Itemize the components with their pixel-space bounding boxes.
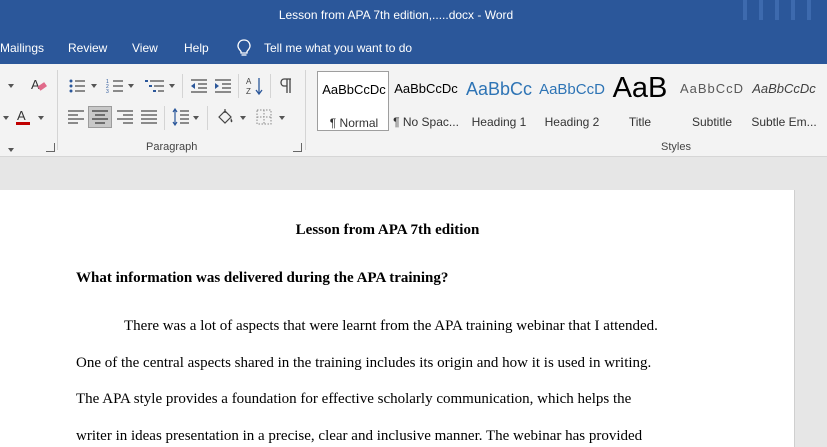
font-dialog-launcher-icon[interactable] [46,143,55,152]
numbering-icon[interactable]: 1 2 3 [106,78,124,94]
style-sample: AaBbCcD [679,81,745,96]
window-title: Lesson from APA 7th edition,.....docx - … [278,8,514,22]
style-sample: AaBbCc [465,79,533,99]
borders-icon[interactable] [256,109,272,125]
line-spacing-icon[interactable] [172,108,190,126]
style-normal[interactable]: AaBbCcDc ¶ Normal [317,71,389,131]
body-line: The APA style provides a foundation for … [76,391,632,407]
style-name: ¶ No Spac... [393,115,459,129]
align-right-icon[interactable] [117,110,133,124]
tab-review[interactable]: Review [68,41,107,55]
sort-icon[interactable]: A Z [246,76,264,96]
align-center-button[interactable] [88,106,112,128]
chevron-down-icon[interactable] [91,84,97,88]
bullets-icon[interactable] [68,78,86,94]
svg-text:3: 3 [106,89,109,94]
lightbulb-icon [237,39,251,56]
style-subtitle[interactable]: AaBbCcD Subtitle [676,71,748,131]
document-title: Lesson from APA 7th edition [295,222,480,238]
tell-me-search[interactable]: Tell me what you want to do [264,41,412,55]
document-page[interactable]: Lesson from APA 7th edition What informa… [0,190,795,447]
ribbon-separator [164,106,165,130]
style-sample: AaB [612,72,668,104]
chevron-down-icon[interactable] [279,116,285,120]
vertical-scroll-area[interactable] [796,190,827,447]
svg-text:Z: Z [246,87,251,96]
paragraph-dialog-launcher-icon[interactable] [293,143,302,152]
shading-icon[interactable] [216,108,236,126]
styles-gallery: AaBbCcDc ¶ Normal AaBbCcDc ¶ No Spac... … [315,70,827,134]
style-sample: AaBbCcDc [394,81,458,96]
document-question-heading: What information was delivered during th… [76,270,449,286]
body-line: One of the central aspects shared in the… [76,355,652,371]
style-heading-1[interactable]: AaBbCc Heading 1 [463,71,535,131]
document-canvas: Lesson from APA 7th edition What informa… [0,158,827,447]
ribbon: A A 1 2 3 A Z Paragraph AaBbCcDc ¶ Norma… [0,64,827,157]
style-name: ¶ Normal [329,116,379,130]
chevron-down-icon[interactable] [3,116,9,120]
chevron-down-icon[interactable] [169,84,175,88]
style-sample: AaBbCcD [539,81,605,98]
style-sample: AaBbCcDc [752,81,816,96]
ribbon-separator [182,74,183,98]
chevron-down-icon[interactable] [240,116,246,120]
justify-icon[interactable] [141,110,157,124]
tab-mailings[interactable]: Mailings [0,41,44,55]
align-center-icon [92,110,108,124]
style-sample: AaBbCcDc [322,82,386,97]
chevron-down-icon[interactable] [193,116,199,120]
multilevel-list-icon[interactable] [145,78,165,94]
svg-text:A: A [31,77,40,92]
ribbon-separator [207,106,208,130]
ribbon-separator [238,74,239,98]
style-title[interactable]: AaB Title [604,71,676,131]
style-no-spacing[interactable]: AaBbCcDc ¶ No Spac... [390,71,462,131]
tab-view[interactable]: View [132,41,158,55]
chevron-down-icon[interactable] [38,116,44,120]
chevron-down-icon[interactable] [8,148,14,152]
style-name: Heading 1 [471,115,527,129]
svg-text:A: A [246,77,252,86]
ribbon-tabs: Mailings Review View Help Tell me what y… [0,32,827,64]
font-color-icon[interactable]: A [14,108,32,126]
chevron-down-icon[interactable] [8,84,14,88]
chevron-down-icon[interactable] [128,84,134,88]
style-name: Subtle Em... [751,115,817,129]
title-bar-pattern [737,0,827,22]
body-line: There was a lot of aspects that were lea… [124,318,658,334]
tab-help[interactable]: Help [184,41,209,55]
ribbon-separator [270,74,271,98]
ribbon-separator [57,70,58,150]
align-left-icon[interactable] [68,110,84,124]
show-formatting-marks-icon[interactable] [278,77,292,95]
style-subtle-emphasis[interactable]: AaBbCcDc Subtle Em... [748,71,820,131]
increase-indent-icon[interactable] [214,78,232,94]
decrease-indent-icon[interactable] [190,78,208,94]
title-bar: Lesson from APA 7th edition,.....docx - … [0,0,827,32]
svg-text:A: A [17,108,26,123]
style-name: Subtitle [691,115,733,129]
body-line: writer in ideas presentation in a precis… [76,428,643,444]
paragraph-group-label: Paragraph [146,141,198,153]
style-name: Title [628,115,652,129]
style-heading-2[interactable]: AaBbCcD Heading 2 [536,71,608,131]
ribbon-separator [305,70,306,150]
style-name: Heading 2 [544,115,600,129]
clear-formatting-icon[interactable]: A [30,76,48,94]
styles-group-label: Styles [661,141,691,153]
